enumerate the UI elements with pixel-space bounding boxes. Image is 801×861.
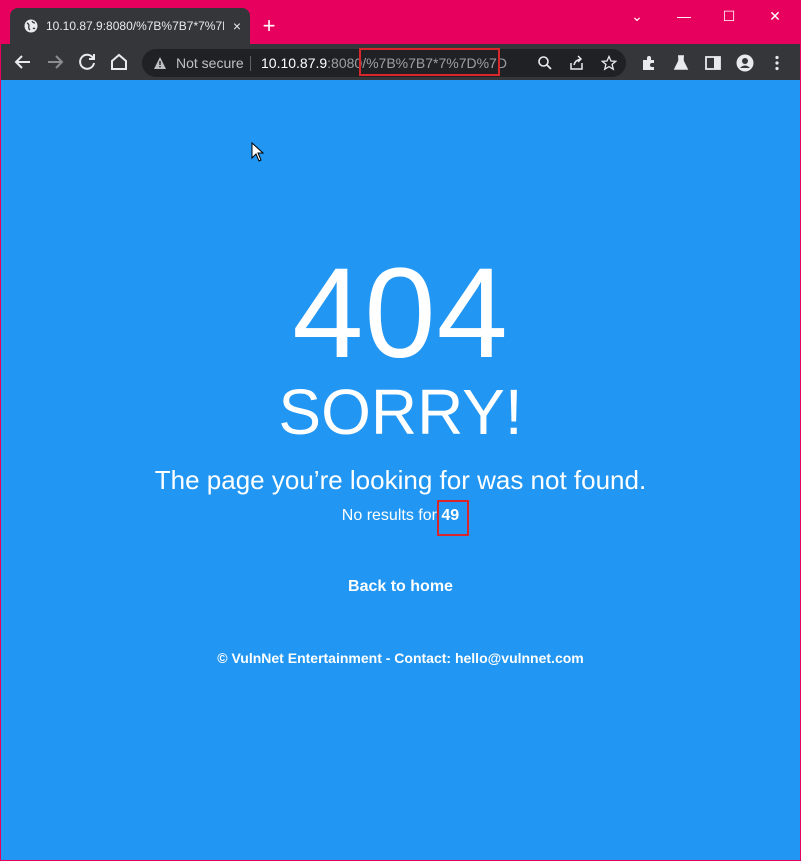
back-home-link[interactable]: Back to home xyxy=(348,578,453,595)
side-panel-icon[interactable] xyxy=(704,54,722,72)
url-host: 10.10.87.9 xyxy=(261,55,328,71)
maximize-button[interactable]: ☐ xyxy=(707,4,751,28)
browser-tab[interactable]: 10.10.87.9:8080/%7B%7B7*7%7D × xyxy=(10,8,250,44)
new-tab-button[interactable]: + xyxy=(257,14,281,38)
close-window-button[interactable]: ✕ xyxy=(753,4,797,28)
footer-text: © VulnNet Entertainment - Contact: hello… xyxy=(217,650,584,666)
minimize-button[interactable]: — xyxy=(662,4,706,28)
title-bar: 10.10.87.9:8080/%7B%7B7*7%7D × + ⌄ — ☐ ✕ xyxy=(1,0,800,44)
no-results-prefix: No results for xyxy=(341,507,442,524)
browser-window: 10.10.87.9:8080/%7B%7B7*7%7D × + ⌄ — ☐ ✕ xyxy=(1,0,800,860)
profile-avatar-icon[interactable] xyxy=(736,54,754,72)
menu-kebab-icon[interactable] xyxy=(768,54,786,72)
forward-arrow-icon[interactable] xyxy=(43,50,67,74)
mouse-cursor-icon xyxy=(251,142,265,162)
security-label[interactable]: Not secure xyxy=(176,55,244,71)
tab-search-icon[interactable]: ⌄ xyxy=(615,4,659,28)
labs-flask-icon[interactable] xyxy=(672,54,690,72)
result-highlight-annotation xyxy=(437,500,469,536)
home-icon[interactable] xyxy=(107,50,131,74)
bookmark-star-icon[interactable] xyxy=(601,55,617,71)
warning-icon[interactable] xyxy=(153,56,167,70)
extensions-puzzle-icon[interactable] xyxy=(640,54,658,72)
page-headline: SORRY! xyxy=(278,376,523,448)
share-icon[interactable] xyxy=(569,55,585,71)
reload-icon[interactable] xyxy=(75,50,99,74)
back-arrow-icon[interactable] xyxy=(11,50,35,74)
back-home-row: Back to home xyxy=(1,578,800,596)
page-content: 404 SORRY! The page you’re looking for w… xyxy=(1,80,800,860)
globe-icon xyxy=(24,19,38,33)
tab-close-icon[interactable]: × xyxy=(228,17,246,35)
address-separator xyxy=(250,56,251,71)
error-code: 404 xyxy=(292,242,509,385)
url-highlight-annotation xyxy=(359,48,500,76)
not-found-message: The page you’re looking for was not foun… xyxy=(154,465,647,495)
no-results-text: No results for 49 xyxy=(1,507,800,525)
tab-title: 10.10.87.9:8080/%7B%7B7*7%7D xyxy=(46,19,224,33)
zoom-search-icon[interactable] xyxy=(537,55,553,71)
